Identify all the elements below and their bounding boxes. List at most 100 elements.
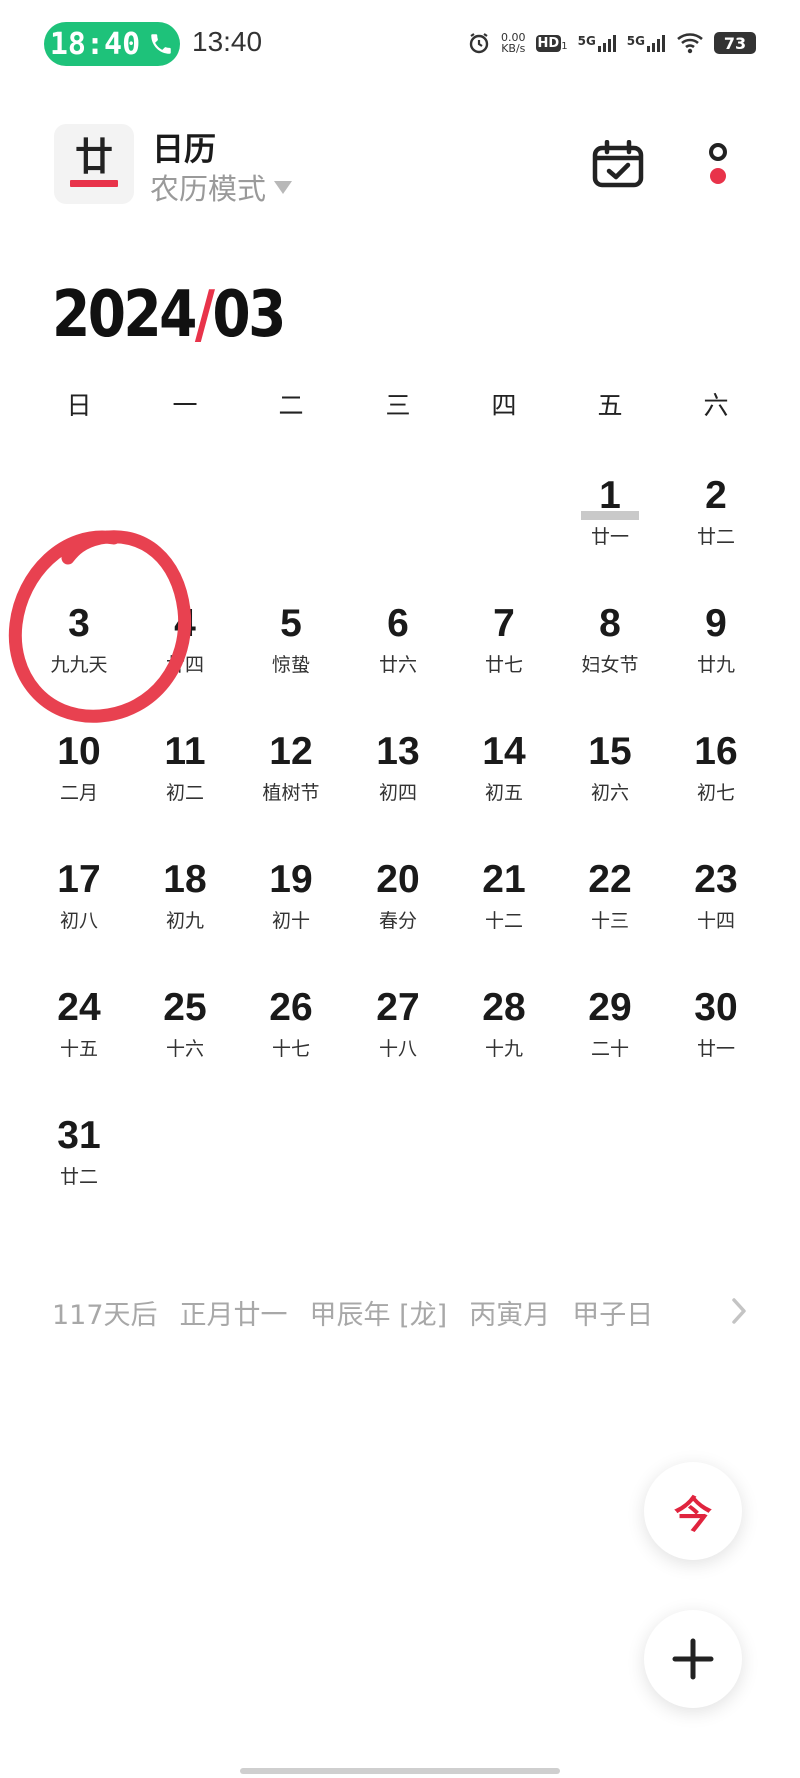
- day-number: 29: [588, 986, 632, 1029]
- more-options-icon[interactable]: [700, 140, 736, 188]
- days-countdown: 117天后: [52, 1300, 158, 1331]
- day-cell-11[interactable]: 11 初二: [132, 730, 238, 830]
- day-number: 26: [269, 986, 313, 1029]
- day-cell-22[interactable]: 22 十三: [557, 858, 663, 958]
- day-cell-18[interactable]: 18 初九: [132, 858, 238, 958]
- lunar-label: 惊蛰: [271, 654, 310, 676]
- month-title[interactable]: 2024/03: [52, 278, 286, 352]
- day-cell-8[interactable]: 8 妇女节: [557, 602, 663, 702]
- app-title: 日历: [152, 130, 217, 168]
- lunar-label: 廿九: [696, 654, 735, 676]
- day-cell-31[interactable]: 31 廿二: [26, 1114, 132, 1214]
- alarm-icon: [469, 33, 489, 54]
- day-cell-30[interactable]: 30 廿一: [663, 986, 769, 1086]
- day-number: 30: [694, 986, 738, 1029]
- weekday-label: 二: [278, 391, 304, 420]
- lunar-label: 廿一: [696, 1038, 735, 1060]
- day-number: 12: [269, 730, 313, 773]
- day-cell-14[interactable]: 14 初五: [451, 730, 557, 830]
- day-cell-15[interactable]: 15 初六: [557, 730, 663, 830]
- lunar-label: 廿二: [59, 1166, 98, 1188]
- lunar-label: 初六: [590, 782, 629, 804]
- day-number: 31: [57, 1114, 101, 1157]
- lunar-label: 初八: [59, 910, 98, 932]
- day-number: 8: [599, 602, 621, 645]
- day-number: 7: [493, 602, 515, 645]
- day-cell-28[interactable]: 28 十九: [451, 986, 557, 1086]
- lunar-label: 十七: [271, 1038, 310, 1060]
- day-number: 25: [163, 986, 207, 1029]
- weekday-label: 五: [597, 391, 623, 420]
- lunar-label: 九九天: [50, 654, 108, 676]
- day-cell-7[interactable]: 7 廿七: [451, 602, 557, 702]
- day-number: 13: [376, 730, 420, 773]
- day-cell-21[interactable]: 21 十二: [451, 858, 557, 958]
- hd-voice-icon: HD 1: [535, 34, 568, 52]
- day-cell-19[interactable]: 19 初十: [238, 858, 344, 958]
- day-cell-20[interactable]: 20 春分: [345, 858, 451, 958]
- calendar-mode-dropdown[interactable]: 农历模式: [150, 166, 293, 208]
- day-cell-16[interactable]: 16 初七: [663, 730, 769, 830]
- day-cell-2[interactable]: 2 廿二: [663, 474, 769, 574]
- year-ganzhi: 甲辰年 [龙]: [309, 1300, 448, 1331]
- day-number: 19: [269, 858, 313, 901]
- day-number: 18: [163, 858, 207, 901]
- day-cell-26[interactable]: 26 十七: [238, 986, 344, 1086]
- day-cell-25[interactable]: 25 十六: [132, 986, 238, 1086]
- day-cell-23[interactable]: 23 十四: [663, 858, 769, 958]
- calendar-check-icon[interactable]: [592, 140, 644, 188]
- day-cell-1[interactable]: 1 廿一: [557, 474, 663, 574]
- day-number: 27: [376, 986, 420, 1029]
- day-number: 3: [68, 602, 90, 645]
- day-cell-9[interactable]: 9 廿九: [663, 602, 769, 702]
- day-cell-24[interactable]: 24 十五: [26, 986, 132, 1086]
- lunar-info-line[interactable]: 117天后 正月廿一 甲辰年 [龙] 丙寅月 甲子日: [52, 1293, 653, 1332]
- weekday-label: 日: [66, 391, 92, 420]
- status-icons: 0.00 KB/s HD 1 5G 5G 73: [467, 26, 756, 60]
- month-number: 03: [212, 278, 286, 352]
- lunar-label: 十四: [696, 910, 735, 932]
- day-cell-29[interactable]: 29 二十: [557, 986, 663, 1086]
- app-logo-glyph: 廿: [74, 134, 113, 179]
- day-cell-5[interactable]: 5 惊蛰: [238, 602, 344, 702]
- lunar-date: 正月廿一: [179, 1300, 288, 1331]
- day-number: 20: [376, 858, 420, 901]
- lunar-label: 妇女节: [581, 654, 639, 676]
- lunar-label: 廿四: [165, 654, 204, 676]
- jump-to-today-button[interactable]: 今: [644, 1462, 742, 1560]
- day-cell-10[interactable]: 10 二月: [26, 730, 132, 830]
- day-number: 2: [705, 474, 727, 517]
- day-number: 5: [280, 602, 302, 645]
- chevron-right-icon[interactable]: [728, 1296, 750, 1326]
- day-cell-6[interactable]: 6 廿六: [345, 602, 451, 702]
- lunar-label: 十三: [590, 910, 629, 932]
- day-number: 4: [174, 602, 196, 645]
- lunar-label: 廿一: [590, 526, 629, 548]
- day-number: 11: [164, 730, 206, 773]
- day-number: 23: [694, 858, 738, 901]
- lunar-label: 十八: [378, 1038, 417, 1060]
- lunar-label: 二月: [59, 782, 98, 804]
- lunar-label: 二十: [590, 1038, 629, 1060]
- wifi-icon: [677, 33, 703, 54]
- day-cell-12[interactable]: 12 植树节: [238, 730, 344, 830]
- app-logo[interactable]: 廿: [54, 124, 134, 204]
- day-number: 1: [557, 474, 663, 520]
- day-cell-17[interactable]: 17 初八: [26, 858, 132, 958]
- day-number: 24: [57, 986, 101, 1029]
- weekday-label: 三: [385, 391, 411, 420]
- add-event-button[interactable]: [644, 1610, 742, 1708]
- home-indicator[interactable]: [240, 1768, 560, 1774]
- ongoing-call-pill[interactable]: 18:40: [44, 22, 180, 66]
- day-cell-27[interactable]: 27 十八: [345, 986, 451, 1086]
- day-number: 6: [387, 602, 409, 645]
- day-cell-4[interactable]: 4 廿四: [132, 602, 238, 702]
- lunar-label: 十六: [165, 1038, 204, 1060]
- lunar-label: 初十: [271, 910, 310, 932]
- day-cell-3[interactable]: 3 九九天: [26, 602, 132, 702]
- weekday-label: 六: [703, 391, 729, 420]
- day-cell-13[interactable]: 13 初四: [345, 730, 451, 830]
- day-number: 28: [482, 986, 526, 1029]
- month-separator: /: [194, 278, 215, 352]
- network-speed: 0.00 KB/s: [501, 31, 526, 55]
